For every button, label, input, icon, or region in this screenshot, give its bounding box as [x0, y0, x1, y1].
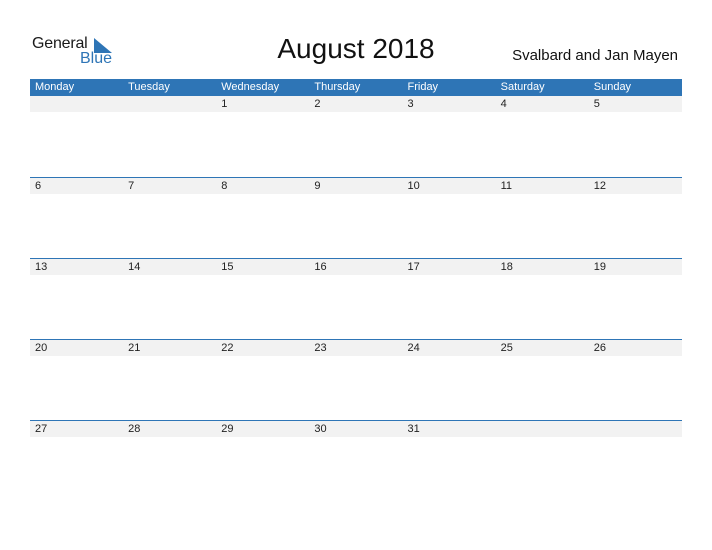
day-cell	[123, 96, 216, 112]
day-cell: 18	[500, 261, 513, 273]
day-cell: 9	[314, 180, 321, 192]
weekday-monday: Monday	[35, 81, 75, 93]
day-cell: 2	[314, 98, 321, 110]
day-cell: 8	[221, 180, 228, 192]
day-cell: 31	[407, 423, 420, 435]
date-strip: 1 2 3 4 5	[30, 96, 682, 112]
day-cell: 17	[407, 261, 420, 273]
weekday-sunday: Sunday	[593, 81, 632, 93]
weekday-saturday: Saturday	[500, 81, 545, 93]
day-cell: 5	[593, 98, 600, 110]
day-cell: 15	[221, 261, 234, 273]
weekday-thursday: Thursday	[314, 81, 361, 93]
calendar-week: 20 21 22 23 24 25 26	[30, 339, 682, 420]
day-cell: 19	[593, 261, 606, 273]
weekday-friday: Friday	[407, 81, 439, 93]
date-strip: 6 7 8 9 10 11 12	[30, 178, 682, 194]
day-cell: 25	[500, 342, 513, 354]
day-cell: 3	[407, 98, 414, 110]
day-cell: 1	[221, 98, 228, 110]
day-cell: 21	[128, 342, 141, 354]
day-cell: 16	[314, 261, 327, 273]
day-cell	[589, 421, 682, 437]
date-strip: 27 28 29 30 31	[30, 421, 682, 437]
day-cell: 7	[128, 180, 135, 192]
day-cell	[496, 421, 589, 437]
day-cell: 22	[221, 342, 234, 354]
day-cell: 14	[128, 261, 141, 273]
day-cell: 29	[221, 423, 234, 435]
day-cell: 30	[314, 423, 327, 435]
date-strip: 20 21 22 23 24 25 26	[30, 340, 682, 356]
day-cell: 10	[407, 180, 420, 192]
day-cell: 6	[35, 180, 42, 192]
calendar-week: 13 14 15 16 17 18 19	[30, 258, 682, 339]
date-strip: 13 14 15 16 17 18 19	[30, 259, 682, 275]
day-cell: 4	[500, 98, 507, 110]
weekday-wednesday: Wednesday	[221, 81, 280, 93]
day-cell: 13	[35, 261, 48, 273]
day-cell: 23	[314, 342, 327, 354]
calendar-week: 6 7 8 9 10 11 12	[30, 177, 682, 258]
day-cell: 28	[128, 423, 141, 435]
day-cell	[30, 96, 123, 112]
country-name: Svalbard and Jan Mayen	[512, 47, 678, 64]
weekday-tuesday: Tuesday	[128, 81, 170, 93]
weekday-header-row: Monday Tuesday Wednesday Thursday Friday…	[30, 79, 682, 96]
day-cell: 11	[500, 180, 513, 192]
calendar-week: 1 2 3 4 5	[30, 96, 682, 177]
calendar-week: 27 28 29 30 31	[30, 420, 682, 501]
day-cell: 24	[407, 342, 420, 354]
day-cell: 26	[593, 342, 606, 354]
day-cell: 27	[35, 423, 48, 435]
calendar-grid: Monday Tuesday Wednesday Thursday Friday…	[30, 79, 682, 501]
day-cell: 12	[593, 180, 606, 192]
day-cell: 20	[35, 342, 48, 354]
